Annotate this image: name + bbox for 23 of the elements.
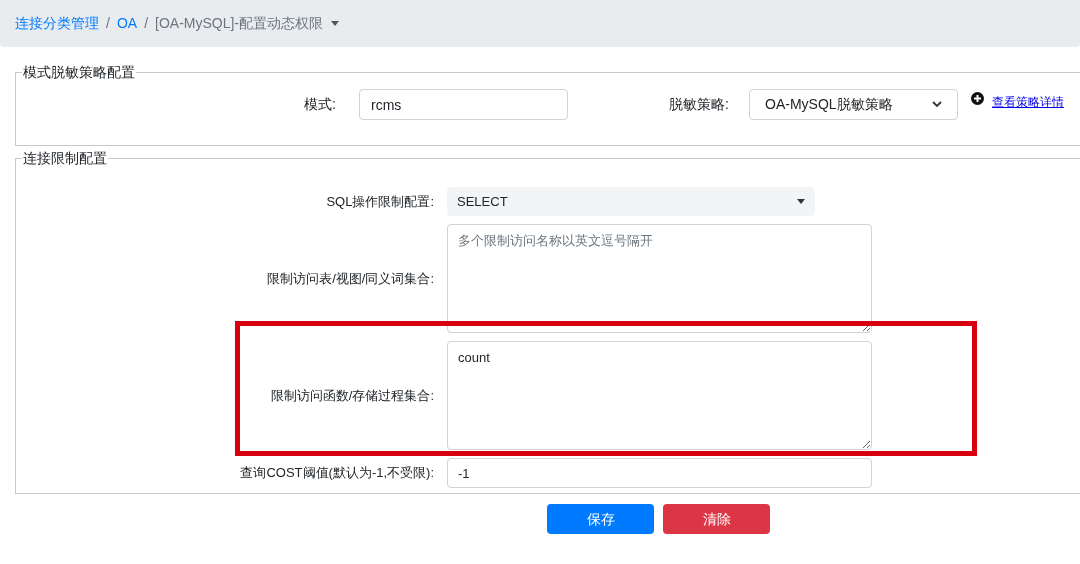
section-legend: 模式脱敏策略配置	[22, 62, 136, 83]
sql-operation-select[interactable]: SELECT	[447, 187, 815, 216]
field-label: 模式:	[303, 95, 336, 114]
breadcrumb-dropdown[interactable]: [OA-MySQL]-配置动态权限	[155, 13, 340, 34]
save-button[interactable]: 保存	[547, 504, 654, 534]
field-label: SQL操作限制配置:	[325, 192, 435, 211]
textarea-field[interactable]: count	[447, 341, 872, 450]
textarea-field[interactable]: 多个限制访问名称以英文逗号隔开	[447, 224, 872, 333]
caret-icon	[797, 199, 805, 204]
policy-detail-link[interactable]: 查看策略详情	[992, 93, 1064, 111]
breadcrumb-separator: /	[106, 14, 110, 33]
caret-icon	[331, 21, 340, 26]
field-label: 限制访问表/视图/同义词集合:	[266, 269, 435, 288]
breadcrumb-separator: /	[144, 14, 148, 33]
chevron-down-icon	[932, 101, 942, 108]
mode-input[interactable]: rcms	[359, 89, 568, 120]
field-label: 限制访问函数/存储过程集合:	[269, 386, 435, 405]
section-legend: 连接限制配置	[22, 148, 108, 169]
clear-button[interactable]: 清除	[663, 504, 770, 534]
plus-circle-icon[interactable]	[971, 92, 984, 105]
input-field[interactable]: -1	[447, 458, 872, 488]
field-label: 查询COST阈值(默认为-1,不受限):	[239, 464, 435, 483]
policy-select[interactable]: OA-MySQL脱敏策略	[749, 89, 958, 120]
